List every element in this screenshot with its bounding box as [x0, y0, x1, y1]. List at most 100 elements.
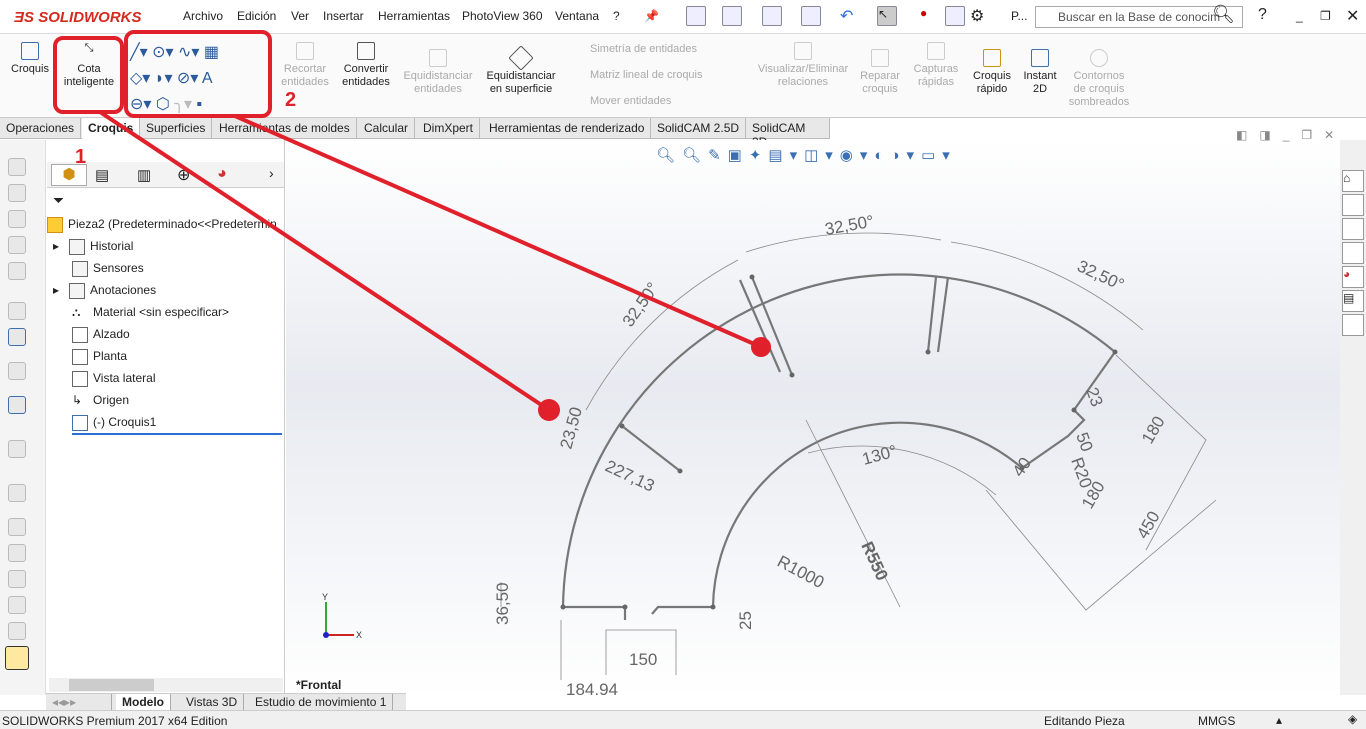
capturas-button[interactable]: Capturas rápidas: [910, 42, 962, 89]
minimize-button[interactable]: _: [1296, 9, 1303, 23]
rectangle-icon[interactable]: ◇▾: [130, 70, 155, 87]
construction-icon[interactable]: ▦: [204, 44, 219, 61]
scrollbar-thumb[interactable]: [69, 679, 154, 691]
rebuild-icon[interactable]: ●: [920, 6, 940, 26]
tab-vistas-3d[interactable]: Vistas 3D: [180, 694, 245, 711]
tool-icon[interactable]: [8, 236, 26, 254]
tab-modelo[interactable]: Modelo: [116, 694, 171, 711]
options-gear-icon[interactable]: ⚙: [970, 6, 990, 26]
tab-solidcam-25d[interactable]: SolidCAM 2.5D: [651, 118, 747, 139]
convertir-button[interactable]: Convertir entidades: [338, 42, 394, 89]
tool-icon[interactable]: [8, 210, 26, 228]
tab-dimxpert[interactable]: DimXpert: [417, 118, 481, 139]
menu-ventana[interactable]: Ventana: [555, 9, 599, 23]
relaciones-button[interactable]: Visualizar/Eliminar relaciones: [752, 42, 854, 89]
tool-icon[interactable]: [8, 440, 26, 458]
pin-icon[interactable]: 📌: [644, 9, 659, 23]
units-up-arrow-icon[interactable]: ▴: [1276, 713, 1282, 727]
dimxpert-tab-icon[interactable]: ⊕: [177, 165, 190, 185]
help-button[interactable]: ?: [1258, 6, 1267, 24]
home-icon[interactable]: ⌂: [1342, 170, 1364, 192]
tool-icon[interactable]: [8, 484, 26, 502]
tool-icon[interactable]: [8, 570, 26, 588]
tool-icon[interactable]: [8, 328, 26, 346]
tab-herramientas-moldes[interactable]: Herramientas de moldes: [213, 118, 357, 139]
menu-edicion[interactable]: Edición: [237, 9, 276, 23]
croquis-button[interactable]: Croquis: [8, 42, 52, 76]
contornos-button[interactable]: Contornos de croquis sombreados: [1066, 49, 1132, 109]
tab-solidcam-3d[interactable]: SolidCAM 3D: [746, 118, 830, 149]
tab-calcular[interactable]: Calcular: [358, 118, 416, 139]
open-file-icon[interactable]: [722, 6, 742, 26]
tab-renderizado[interactable]: Herramientas de renderizado: [483, 118, 652, 139]
tree-horizontal-scrollbar[interactable]: [49, 678, 283, 692]
select-icon[interactable]: ↖: [877, 6, 897, 26]
menu-archivo[interactable]: Archivo: [183, 9, 223, 23]
close-button[interactable]: ✕: [1346, 6, 1359, 26]
point-icon[interactable]: ▪: [196, 96, 202, 113]
new-file-icon[interactable]: [686, 6, 706, 26]
display-tab-icon[interactable]: ◕: [217, 165, 227, 183]
propertymanager-tab-icon[interactable]: ▤: [95, 166, 109, 184]
tool-icon[interactable]: [8, 184, 26, 202]
menu-photoview[interactable]: PhotoView 360: [462, 9, 543, 23]
forum-icon[interactable]: [1342, 314, 1364, 336]
mover-button[interactable]: Mover entidades: [590, 95, 671, 107]
arc-icon[interactable]: ◗▾: [155, 70, 177, 87]
reparar-button[interactable]: Reparar croquis: [856, 49, 904, 96]
tree-item-anotaciones[interactable]: ▸ Anotaciones: [53, 283, 156, 303]
text-icon[interactable]: A: [202, 70, 213, 87]
line-icon[interactable]: ╱▾: [130, 44, 152, 61]
tree-root-part[interactable]: Pieza2 (Predeterminado<<Predetermin: [47, 217, 277, 237]
tree-item-croquis1[interactable]: (-) Croquis1: [72, 415, 282, 435]
instant2d-toggle-icon[interactable]: [5, 646, 29, 670]
tree-item-vista-lateral[interactable]: Vista lateral: [72, 371, 155, 391]
spline-icon[interactable]: ∿▾: [178, 44, 204, 61]
tree-item-sensores[interactable]: Sensores: [72, 261, 144, 281]
matriz-button[interactable]: Matriz lineal de croquis: [590, 69, 703, 81]
equidistanciar-superficie-button[interactable]: Equidistanciar en superficie: [482, 45, 560, 96]
tab-operaciones[interactable]: Operaciones: [0, 118, 82, 139]
recortar-button[interactable]: Recortar entidades: [277, 42, 333, 89]
view-palette-icon[interactable]: [1342, 242, 1364, 264]
units-selector[interactable]: MMGS: [1198, 714, 1235, 728]
chevron-right-icon[interactable]: ›: [269, 165, 274, 181]
tool-icon[interactable]: [8, 302, 26, 320]
sketch-entities-group[interactable]: ╱▾ ⊙▾ ∿▾ ▦ ◇▾ ◗▾ ⊘▾ A ⊖▾ ⬡ ╮▾ ▪: [130, 40, 265, 116]
featuremanager-tab-icon[interactable]: ⬢: [51, 164, 87, 186]
appearances-icon[interactable]: ◕: [1342, 266, 1364, 288]
slot-icon[interactable]: ⊖▾: [130, 96, 156, 113]
instant2d-button[interactable]: Instant 2D: [1018, 49, 1062, 96]
menu-ver[interactable]: Ver: [291, 9, 309, 23]
sketch-drawing[interactable]: 32,50° 32,50° 32,50° 23,50 227,13 130° R1000 R5…: [286, 140, 1340, 695]
tree-item-alzado[interactable]: Alzado: [72, 327, 130, 347]
equidistanciar-button[interactable]: Equidistanciar entidades: [398, 49, 478, 96]
configuration-tab-icon[interactable]: ▥: [137, 166, 151, 184]
custom-properties-icon[interactable]: ▤: [1342, 290, 1364, 312]
polygon-icon[interactable]: ⬡: [156, 96, 174, 113]
croquis-rapido-button[interactable]: Croquis rápido: [970, 49, 1014, 96]
circle-icon[interactable]: ⊙▾: [152, 44, 178, 61]
search-icon[interactable]: 🔍︎: [1212, 4, 1235, 25]
menu-help[interactable]: ?: [613, 9, 620, 23]
fillet-icon[interactable]: ╮▾: [174, 96, 196, 113]
overflow-label[interactable]: P...: [1011, 9, 1027, 23]
tool-icon[interactable]: [8, 622, 26, 640]
tool-icon[interactable]: [8, 262, 26, 280]
tool-icon[interactable]: [8, 396, 26, 414]
ellipse-icon[interactable]: ⊘▾: [177, 70, 202, 87]
tab-croquis[interactable]: Croquis: [82, 118, 141, 139]
status-tag-icon[interactable]: ◈: [1348, 712, 1357, 726]
tool-icon[interactable]: [8, 158, 26, 176]
tab-superficies[interactable]: Superficies: [140, 118, 213, 139]
file-properties-icon[interactable]: [945, 6, 965, 26]
tree-item-material[interactable]: ⛬ Material <sin especificar>: [72, 305, 229, 325]
print-icon[interactable]: [801, 6, 821, 26]
save-icon[interactable]: [762, 6, 782, 26]
tool-icon[interactable]: [8, 596, 26, 614]
tool-icon[interactable]: [8, 518, 26, 536]
tab-scroll-arrows[interactable]: ◂◂▸▸: [46, 694, 112, 711]
tab-estudio-movimiento[interactable]: Estudio de movimiento 1: [249, 694, 394, 711]
tree-item-historial[interactable]: ▸ Historial: [53, 239, 133, 259]
tool-icon[interactable]: [8, 544, 26, 562]
